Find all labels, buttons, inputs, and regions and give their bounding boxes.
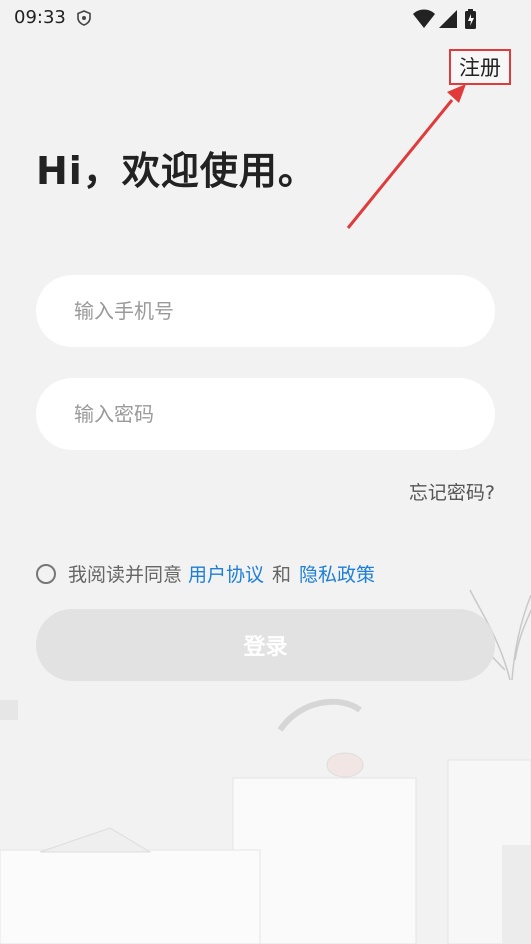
password-input[interactable] <box>72 401 495 427</box>
forgot-password-link[interactable]: 忘记密码? <box>409 478 495 505</box>
phone-field[interactable] <box>36 275 495 347</box>
status-time: 09:33 <box>14 7 66 28</box>
status-bar: 09:33 <box>0 0 531 36</box>
privacy-policy-link[interactable]: 隐私政策 <box>299 560 375 587</box>
login-button[interactable]: 登录 <box>36 609 495 681</box>
agreement-row: 我阅读并同意 用户协议 和 隐私政策 <box>36 560 375 587</box>
password-field[interactable] <box>36 378 495 450</box>
agreement-conjunction: 和 <box>272 564 292 586</box>
welcome-title: Hi，欢迎使用。 <box>36 149 317 193</box>
agree-radio[interactable] <box>36 563 56 584</box>
agreement-prefix: 我阅读并同意 <box>68 564 183 586</box>
system-icons <box>411 8 491 34</box>
register-link[interactable]: 注册 <box>449 49 511 85</box>
user-agreement-link[interactable]: 用户协议 <box>188 560 264 587</box>
shield-icon <box>77 10 91 26</box>
signal-icon <box>439 10 457 28</box>
battery-icon <box>465 9 476 29</box>
wifi-icon <box>413 9 435 28</box>
phone-input[interactable] <box>72 298 495 324</box>
